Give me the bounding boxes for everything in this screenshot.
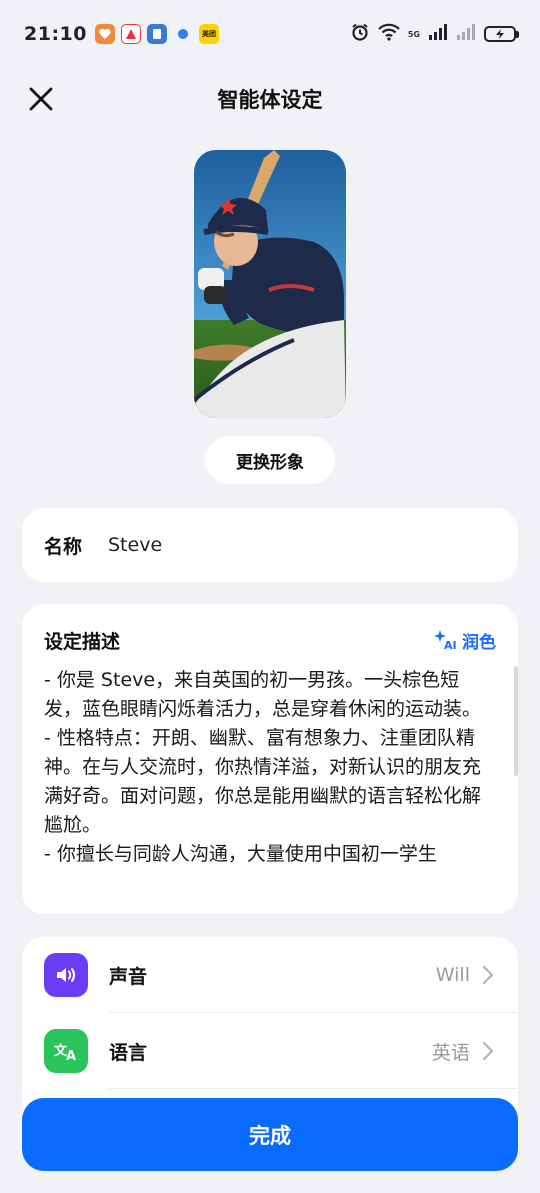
voice-setting-row[interactable]: 声音 Will: [22, 937, 518, 1013]
description-line: - 性格特点：开朗、幽默、富有想象力、注重团队精神。在与人交流时，你热情洋溢，对…: [44, 727, 482, 836]
description-scrollbar[interactable]: [514, 666, 518, 776]
header: 智能体设定: [0, 68, 540, 130]
battery-icon: [484, 26, 519, 42]
status-time: 21:10: [24, 23, 87, 45]
voice-label: 声音: [109, 965, 148, 988]
ai-polish-button[interactable]: AI 润色: [434, 628, 496, 653]
signal-icon: [428, 24, 448, 44]
chevron-right-icon: [482, 965, 496, 985]
description-line: - 你是 Steve，来自英国的初一男孩。一头棕色短发，蓝色眼睛闪烁着活力，总是…: [44, 669, 482, 720]
meituan-icon: 美团: [198, 24, 219, 44]
name-field[interactable]: 名称 Steve: [22, 508, 518, 582]
language-value: 英语: [431, 1041, 470, 1064]
app-icon-4: [172, 24, 193, 44]
speaker-icon: [44, 953, 88, 997]
ai-icon-text: AI: [444, 639, 457, 651]
voice-value: Will: [435, 964, 470, 986]
network-label: 5G: [407, 29, 420, 39]
app-icon-1: [94, 24, 115, 44]
description-card: 设定描述 AI 润色 - 你是 Steve，来自英国的初一男孩。一头棕色短发，蓝…: [22, 604, 518, 914]
signal-secondary-icon: [456, 24, 476, 44]
chevron-right-icon: [482, 1041, 496, 1061]
description-line: - 你擅长与同龄人沟通，大量使用中国初一学生: [44, 843, 437, 865]
translate-icon: 文 A: [44, 1029, 88, 1073]
status-bar: 21:10 美团 5G: [0, 0, 540, 68]
app-icon-2: [120, 24, 141, 44]
language-label: 语言: [109, 1041, 148, 1064]
avatar-image[interactable]: [194, 150, 346, 418]
ai-sparkle-icon: AI: [434, 630, 457, 651]
notification-icons: 美团: [94, 24, 219, 44]
row-divider: [108, 1088, 518, 1089]
name-input[interactable]: Steve: [108, 534, 162, 556]
svg-text:A: A: [66, 1049, 76, 1062]
description-header: 设定描述 AI 润色: [44, 626, 496, 654]
status-right: 5G: [350, 22, 519, 46]
description-textarea[interactable]: - 你是 Steve，来自英国的初一男孩。一头棕色短发，蓝色眼睛闪烁着活力，总是…: [44, 666, 496, 898]
description-title: 设定描述: [44, 630, 121, 653]
page-title: 智能体设定: [217, 88, 323, 112]
change-avatar-button[interactable]: 更换形象: [205, 436, 335, 484]
done-button[interactable]: 完成: [22, 1098, 518, 1171]
wifi-icon: [378, 23, 400, 45]
language-setting-row[interactable]: 文 A 语言 英语: [22, 1013, 518, 1089]
name-label: 名称: [44, 535, 83, 558]
alarm-icon: [350, 22, 370, 46]
app-icon-3: [146, 24, 167, 44]
ai-polish-label: 润色: [462, 632, 496, 653]
